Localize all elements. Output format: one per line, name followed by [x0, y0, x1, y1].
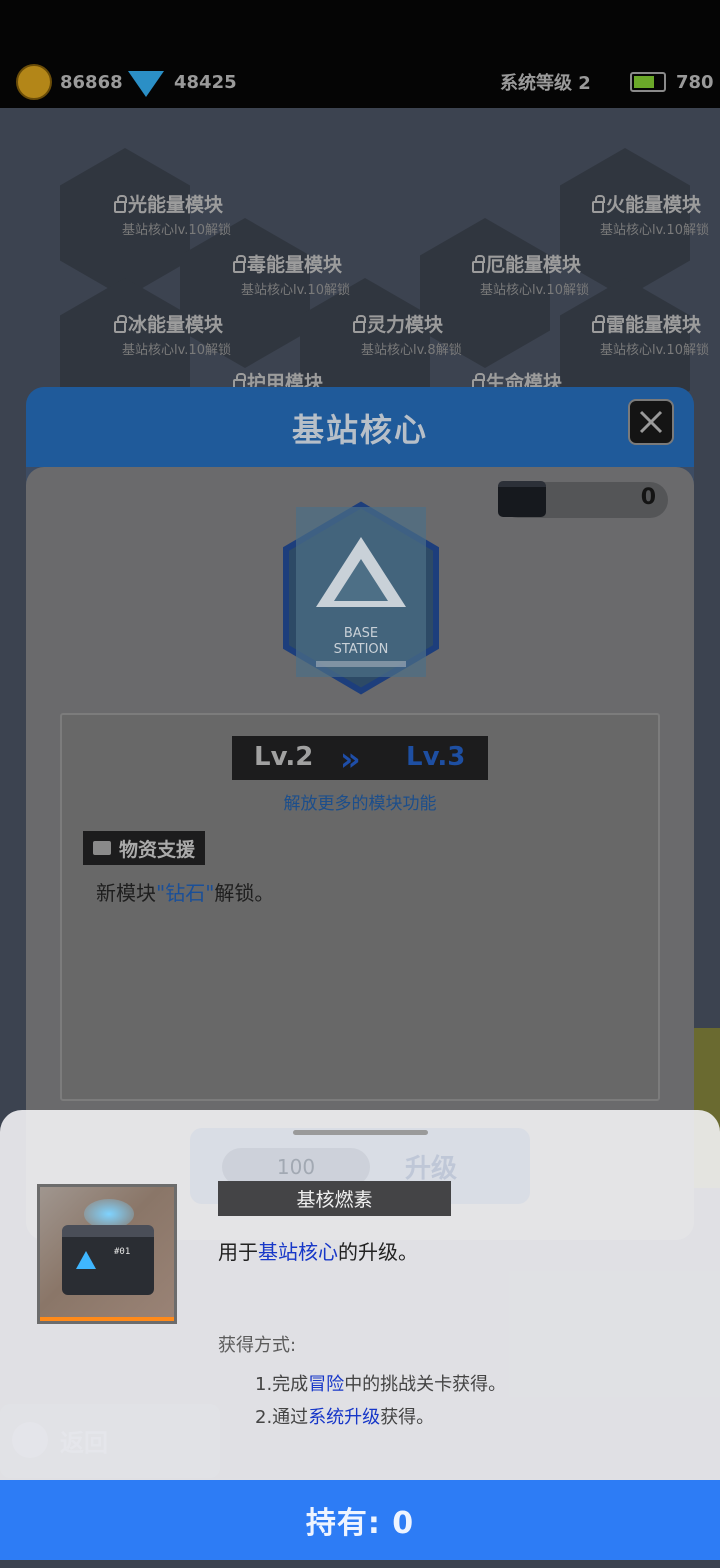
- level-to: Lv.3: [406, 742, 466, 772]
- item-usage: 用于基站核心的升级。: [218, 1236, 418, 1265]
- base-station-emblem: BASE STATION: [283, 501, 439, 695]
- module-name: 厄能量模块: [486, 254, 582, 276]
- energy-amount: 780: [676, 71, 714, 93]
- energy-resource: 780: [630, 62, 714, 102]
- module-spirit[interactable]: 灵力模块 基站核心lv.8解锁: [353, 310, 462, 358]
- level-from: Lv.2: [254, 742, 314, 772]
- hold-count: 持有: 0: [305, 1506, 415, 1541]
- module-name: 雷能量模块: [606, 314, 702, 336]
- usage-highlight: 基站核心: [258, 1240, 338, 1264]
- supply-desc-prefix: 新模块: [96, 881, 156, 905]
- diamond-amount: 48425: [174, 71, 237, 93]
- hold-count-bar: 持有: 0: [0, 1480, 720, 1560]
- supply-icon: [93, 841, 111, 855]
- lock-icon: [353, 314, 366, 333]
- module-unlock: 基站核心lv.10解锁: [241, 283, 350, 298]
- acquire-link-adventure[interactable]: 冒险: [308, 1374, 344, 1395]
- lock-icon: [114, 194, 127, 213]
- gold-coin-icon: [16, 64, 52, 100]
- item-crate-icon: #01: [62, 1225, 154, 1295]
- module-doom[interactable]: 厄能量模块 基站核心lv.10解锁: [472, 250, 589, 298]
- acquire-prefix: 1.完成: [255, 1374, 309, 1395]
- close-icon: [639, 410, 663, 434]
- acquire-suffix: 中的挑战关卡获得。: [344, 1374, 507, 1395]
- acquire-item: 2.通过系统升级获得。: [255, 1403, 434, 1429]
- lock-icon: [592, 314, 605, 333]
- lock-icon: [472, 254, 485, 273]
- supply-description: 新模块"钻石"解锁。: [96, 877, 274, 906]
- system-level: 系统等级 2: [500, 62, 591, 102]
- acquire-title: 获得方式:: [218, 1335, 297, 1356]
- module-unlock: 基站核心lv.10解锁: [122, 343, 231, 358]
- module-unlock: 基站核心lv.8解锁: [361, 343, 462, 358]
- battery-icon: [630, 72, 666, 92]
- level-transition: Lv.2 » Lv.3: [232, 736, 488, 780]
- item-code: #01: [114, 1247, 131, 1257]
- usage-prefix: 用于: [218, 1240, 258, 1264]
- supply-tag-label: 物资支援: [119, 838, 196, 861]
- diamond-icon: [128, 71, 164, 97]
- lock-icon: [114, 314, 127, 333]
- item-icon-frame: #01: [37, 1184, 177, 1324]
- module-poison[interactable]: 毒能量模块 基站核心lv.10解锁: [233, 250, 350, 298]
- module-unlock: 基站核心lv.10解锁: [480, 283, 589, 298]
- material-count: 0: [640, 485, 656, 510]
- module-name: 毒能量模块: [247, 254, 343, 276]
- module-light[interactable]: 光能量模块 基站核心lv.10解锁: [114, 190, 231, 238]
- usage-suffix: 的升级。: [338, 1240, 418, 1264]
- module-name: 光能量模块: [128, 194, 224, 216]
- diamond-resource: 48425: [128, 62, 237, 102]
- system-level-text: 系统等级 2: [500, 73, 591, 94]
- module-unlock: 基站核心lv.10解锁: [122, 223, 231, 238]
- module-fire[interactable]: 火能量模块 基站核心lv.10解锁: [592, 190, 709, 238]
- module-unlock: 基站核心lv.10解锁: [600, 343, 709, 358]
- acquire-link-system-upgrade[interactable]: 系统升级: [308, 1407, 380, 1428]
- lock-icon: [592, 194, 605, 213]
- double-chevron-icon: »: [340, 740, 360, 778]
- close-button[interactable]: [628, 399, 674, 445]
- acquire-suffix: 获得。: [380, 1407, 435, 1428]
- dialog-title: 基站核心: [291, 411, 428, 449]
- module-ice[interactable]: 冰能量模块 基站核心lv.10解锁: [114, 310, 231, 358]
- item-logo-icon: [76, 1251, 96, 1269]
- supply-tag: 物资支援: [83, 831, 205, 865]
- module-thunder[interactable]: 雷能量模块 基站核心lv.10解锁: [592, 310, 709, 358]
- lock-icon: [233, 254, 246, 273]
- module-name: 火能量模块: [606, 194, 702, 216]
- emblem-text-base: BASE: [344, 626, 378, 641]
- gold-resource: 86868: [16, 62, 123, 102]
- module-name: 灵力模块: [367, 314, 444, 336]
- supply-desc-highlight: "钻石": [156, 881, 215, 905]
- material-crate-icon: [498, 481, 546, 517]
- unlock-description: 解放更多的模块功能: [283, 794, 437, 814]
- supply-desc-suffix: 解锁。: [214, 881, 275, 905]
- upgrade-label: 升级: [405, 1154, 458, 1184]
- item-name: 基核燃素: [218, 1181, 451, 1216]
- module-name: 冰能量模块: [128, 314, 224, 336]
- emblem-text-station: STATION: [334, 642, 389, 657]
- acquire-prefix: 2.通过: [255, 1407, 309, 1428]
- module-unlock: 基站核心lv.10解锁: [600, 223, 709, 238]
- gold-amount: 86868: [60, 71, 123, 93]
- sheet-drag-handle[interactable]: [293, 1130, 428, 1135]
- acquire-item: 1.完成冒险中的挑战关卡获得。: [255, 1370, 506, 1396]
